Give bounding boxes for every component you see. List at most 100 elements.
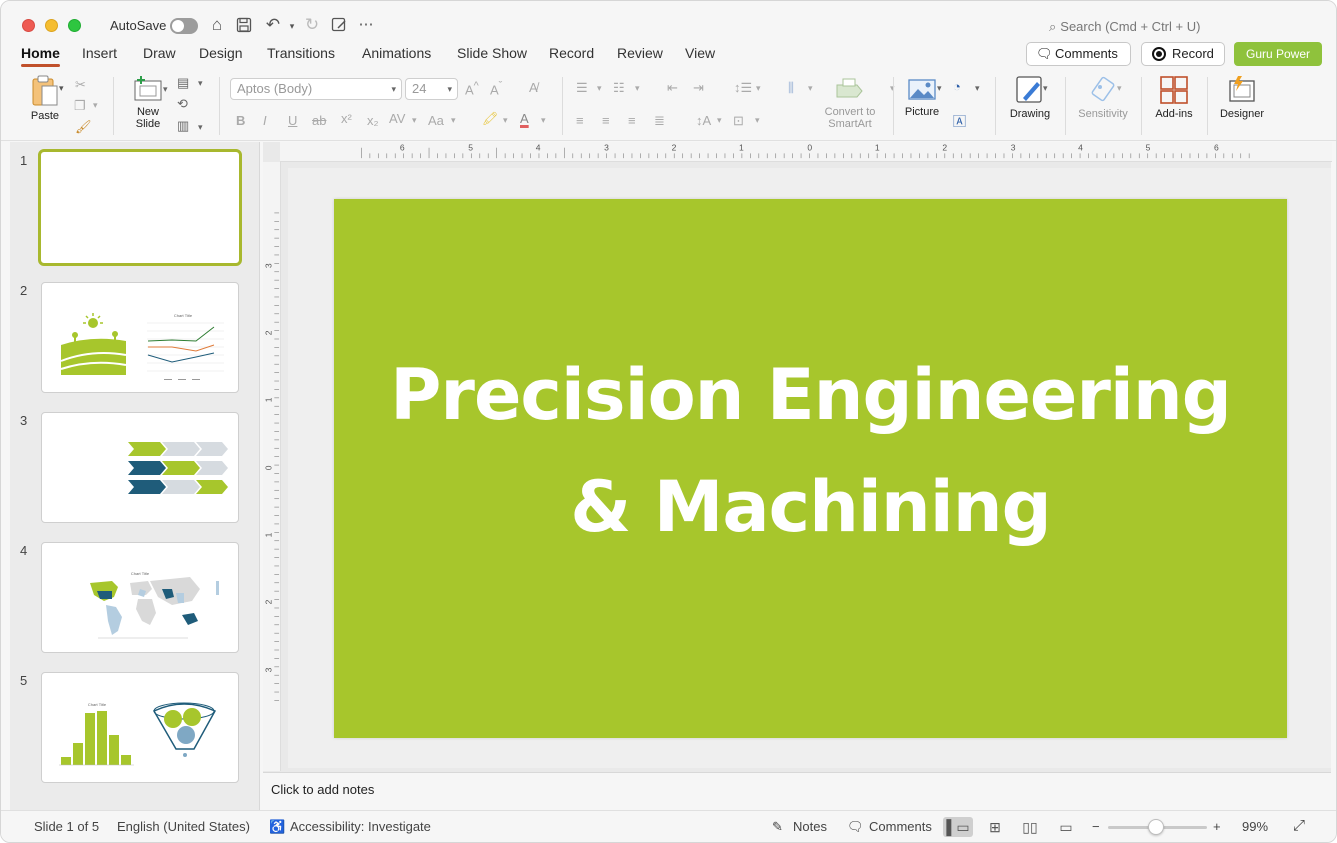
- align-center-icon[interactable]: ≡: [602, 113, 610, 128]
- designer-button[interactable]: Designer: [1215, 75, 1269, 120]
- increase-font-icon[interactable]: A^: [465, 80, 479, 97]
- subscript-icon[interactable]: x₂: [367, 113, 379, 128]
- zoom-in-button[interactable]: +: [1213, 819, 1221, 834]
- save-icon[interactable]: [234, 17, 254, 37]
- bold-icon[interactable]: B: [236, 113, 245, 128]
- maximize-window-button[interactable]: [68, 19, 81, 32]
- sensitivity-button[interactable]: Sensitivity: [1072, 75, 1134, 120]
- normal-view-button[interactable]: ▌▭: [943, 817, 973, 837]
- new-slide-dropdown-icon[interactable]: ▾: [163, 84, 168, 95]
- undo-dropdown-icon[interactable]: ▾: [282, 21, 302, 32]
- align-left-icon[interactable]: ≡: [576, 113, 584, 128]
- tab-animations[interactable]: Animations: [362, 45, 431, 61]
- highlight-icon[interactable]: 🖍: [482, 111, 499, 127]
- slide-title[interactable]: Precision Engineering & Machining: [334, 339, 1287, 563]
- language-indicator[interactable]: English (United States): [117, 819, 250, 834]
- highlight-dropdown-icon[interactable]: ▾: [503, 115, 508, 126]
- sensitivity-dropdown-icon[interactable]: ▾: [1117, 83, 1122, 94]
- convert-to-smartart-button[interactable]: Convert to SmartArt: [819, 77, 881, 130]
- layout-icon[interactable]: ▤: [177, 75, 189, 91]
- font-name-select[interactable]: Aptos (Body) ▾: [230, 78, 402, 100]
- notes-icon[interactable]: ✎: [772, 819, 783, 835]
- comments-toggle[interactable]: Comments: [869, 819, 932, 834]
- text-direction-icon[interactable]: ↕A: [696, 113, 711, 128]
- reset-icon[interactable]: ⟲: [177, 96, 188, 112]
- copy-dropdown-icon[interactable]: ▾: [93, 100, 98, 111]
- superscript-icon[interactable]: x²: [341, 111, 352, 126]
- line-spacing-icon[interactable]: ↕☰: [734, 80, 752, 96]
- undo-icon[interactable]: ↶: [263, 15, 283, 35]
- align-text-icon[interactable]: ⊡: [733, 113, 744, 129]
- zoom-out-button[interactable]: −: [1092, 819, 1100, 834]
- save-as-icon[interactable]: [329, 17, 349, 38]
- align-text-dropdown-icon[interactable]: ▾: [755, 115, 760, 126]
- search-box[interactable]: ⌕ Search (Cmd + Ctrl + U): [1049, 19, 1200, 35]
- guru-power-button[interactable]: Guru Power: [1234, 42, 1322, 66]
- fit-to-window-icon[interactable]: ⤢: [1293, 817, 1305, 834]
- font-size-select[interactable]: 24 ▾: [405, 78, 458, 100]
- cut-icon[interactable]: ✂: [75, 77, 86, 93]
- numbering-dropdown-icon[interactable]: ▾: [635, 83, 640, 94]
- slide-thumbnail-3[interactable]: [41, 412, 239, 523]
- increase-indent-icon[interactable]: ⇥: [693, 80, 704, 96]
- notes-pane[interactable]: Click to add notes: [263, 772, 1331, 810]
- tab-insert[interactable]: Insert: [82, 45, 117, 61]
- italic-icon[interactable]: I: [263, 113, 267, 128]
- font-color-icon[interactable]: A: [520, 111, 529, 126]
- slide-thumbnail-4[interactable]: Chart Title: [41, 542, 239, 653]
- change-case-icon[interactable]: Aa: [428, 113, 444, 128]
- picture-dropdown-icon[interactable]: ▾: [937, 83, 942, 94]
- zoom-slider-thumb[interactable]: [1148, 819, 1164, 835]
- drawing-button[interactable]: Drawing: [1004, 75, 1056, 120]
- tab-view[interactable]: View: [685, 45, 715, 61]
- tab-design[interactable]: Design: [199, 45, 243, 61]
- accessibility-status[interactable]: Accessibility: Investigate: [290, 819, 431, 834]
- add-ins-button[interactable]: Add-ins: [1151, 75, 1197, 120]
- more-options-icon[interactable]: ⋯: [356, 15, 376, 33]
- copy-icon[interactable]: ❐: [74, 98, 86, 114]
- clear-formatting-icon[interactable]: A̸: [529, 80, 538, 95]
- decrease-indent-icon[interactable]: ⇤: [667, 80, 678, 96]
- comment-icon[interactable]: 🗨: [847, 819, 864, 835]
- font-color-dropdown-icon[interactable]: ▾: [541, 115, 546, 126]
- strikethrough-icon[interactable]: ab: [312, 113, 326, 128]
- comments-button[interactable]: 🗨 Comments: [1026, 42, 1131, 66]
- columns-icon[interactable]: ⫼: [788, 80, 794, 96]
- slide-thumbnail-panel[interactable]: 1 2 Chart Title 3 4 Chart Title 5 Chart …: [10, 142, 260, 810]
- home-icon[interactable]: ⌂: [207, 15, 227, 35]
- reading-view-button[interactable]: ▯▯: [1015, 817, 1045, 837]
- tab-record[interactable]: Record: [549, 45, 594, 61]
- tab-slide-show[interactable]: Slide Show: [457, 45, 527, 61]
- minimize-window-button[interactable]: [45, 19, 58, 32]
- bullets-dropdown-icon[interactable]: ▾: [597, 83, 602, 94]
- text-box-icon[interactable]: 🄰: [953, 111, 966, 130]
- justify-icon[interactable]: ≣: [654, 113, 665, 129]
- shapes-dropdown-icon[interactable]: ▾: [975, 83, 980, 94]
- slide-thumbnail-5[interactable]: Chart Title: [41, 672, 239, 783]
- align-right-icon[interactable]: ≡: [628, 113, 636, 128]
- current-slide[interactable]: Precision Engineering & Machining: [334, 199, 1287, 738]
- numbering-icon[interactable]: ☷: [613, 80, 625, 96]
- text-direction-dropdown-icon[interactable]: ▾: [717, 115, 722, 126]
- autosave-toggle[interactable]: [170, 18, 198, 34]
- shapes-icon[interactable]: ◔: [953, 79, 961, 94]
- character-spacing-dropdown-icon[interactable]: ▾: [412, 115, 417, 126]
- close-window-button[interactable]: [22, 19, 35, 32]
- record-button[interactable]: Record: [1141, 42, 1225, 66]
- section-icon[interactable]: ▥: [177, 118, 189, 134]
- slide-sorter-view-button[interactable]: ⊞: [980, 817, 1010, 837]
- tab-review[interactable]: Review: [617, 45, 663, 61]
- redo-icon[interactable]: ↻: [302, 15, 322, 35]
- slide-thumbnail-1[interactable]: [38, 149, 242, 266]
- tab-home[interactable]: Home: [21, 45, 60, 67]
- accessibility-icon[interactable]: ♿: [269, 819, 285, 835]
- zoom-level[interactable]: 99%: [1242, 819, 1268, 834]
- character-spacing-icon[interactable]: AV: [389, 111, 405, 126]
- tab-transitions[interactable]: Transitions: [267, 45, 335, 61]
- columns-dropdown-icon[interactable]: ▾: [808, 83, 813, 94]
- drawing-dropdown-icon[interactable]: ▾: [1043, 83, 1048, 94]
- bullets-icon[interactable]: ☰: [576, 80, 588, 96]
- tab-draw[interactable]: Draw: [143, 45, 176, 61]
- underline-icon[interactable]: U: [288, 113, 297, 128]
- format-painter-icon[interactable]: 🖌: [75, 119, 92, 135]
